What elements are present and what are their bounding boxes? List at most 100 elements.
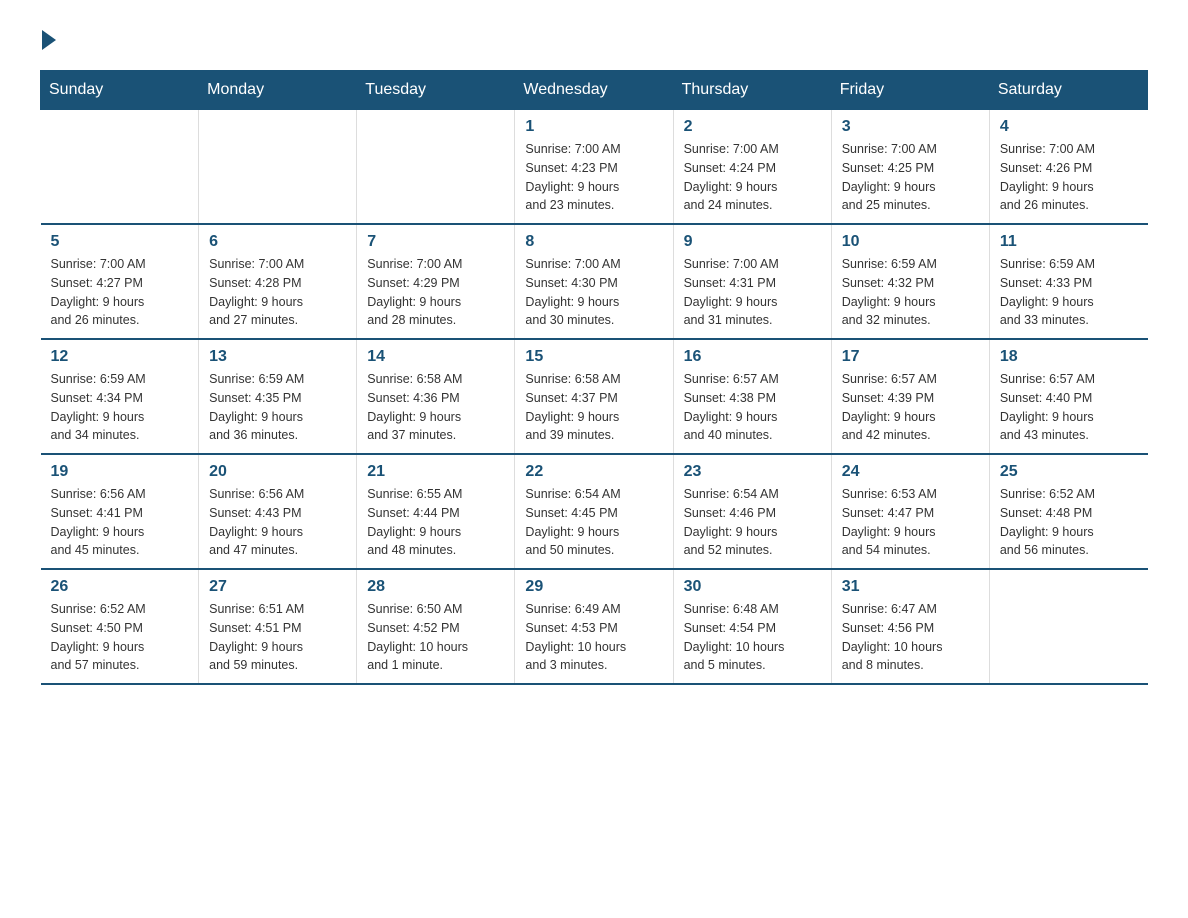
calendar-cell: 6Sunrise: 7:00 AM Sunset: 4:28 PM Daylig… bbox=[199, 224, 357, 339]
calendar-cell bbox=[989, 569, 1147, 684]
day-info: Sunrise: 6:55 AM Sunset: 4:44 PM Dayligh… bbox=[367, 485, 504, 560]
day-number: 29 bbox=[525, 578, 662, 596]
calendar-header-row: SundayMondayTuesdayWednesdayThursdayFrid… bbox=[41, 71, 1148, 110]
day-info: Sunrise: 7:00 AM Sunset: 4:29 PM Dayligh… bbox=[367, 255, 504, 330]
logo-blue-part bbox=[40, 30, 56, 50]
calendar-cell: 24 Sunrise: 6:53 AM Sunset: 4:47 PM Dayli… bbox=[831, 454, 989, 569]
calendar-cell: 28 Sunrise: 6:50 AM Sunset: 4:52 PM Dayli… bbox=[357, 569, 515, 684]
day-info: Sunrise: 6:50 AM Sunset: 4:52 PM Dayligh… bbox=[367, 600, 504, 675]
day-number: 14 bbox=[367, 348, 504, 366]
calendar-header-sunday: Sunday bbox=[41, 71, 199, 110]
day-info: Sunrise: 7:00 AM Sunset: 4:30 PM Dayligh… bbox=[525, 255, 662, 330]
calendar-cell: 15 Sunrise: 6:58 AM Sunset: 4:37 PM Dayli… bbox=[515, 339, 673, 454]
day-info: Sunrise: 6:47 AM Sunset: 4:56 PM Dayligh… bbox=[842, 600, 979, 675]
day-info: Sunrise: 6:51 AM Sunset: 4:51 PM Dayligh… bbox=[209, 600, 346, 675]
page-header bbox=[40, 30, 1148, 50]
calendar-cell: 27 Sunrise: 6:51 AM Sunset: 4:51 PM Dayli… bbox=[199, 569, 357, 684]
day-number: 10 bbox=[842, 233, 979, 251]
calendar-cell: 23 Sunrise: 6:54 AM Sunset: 4:46 PM Dayli… bbox=[673, 454, 831, 569]
day-info: Sunrise: 6:52 AM Sunset: 4:50 PM Dayligh… bbox=[51, 600, 189, 675]
day-info: Sunrise: 6:59 AM Sunset: 4:35 PM Dayligh… bbox=[209, 370, 346, 445]
day-number: 2 bbox=[684, 118, 821, 136]
logo-arrow-icon bbox=[42, 30, 56, 50]
calendar-cell: 26Sunrise: 6:52 AM Sunset: 4:50 PM Dayli… bbox=[41, 569, 199, 684]
day-number: 23 bbox=[684, 463, 821, 481]
calendar-header-saturday: Saturday bbox=[989, 71, 1147, 110]
calendar-cell: 18 Sunrise: 6:57 AM Sunset: 4:40 PM Dayli… bbox=[989, 339, 1147, 454]
calendar-cell: 17Sunrise: 6:57 AM Sunset: 4:39 PM Dayli… bbox=[831, 339, 989, 454]
calendar-cell: 13 Sunrise: 6:59 AM Sunset: 4:35 PM Dayli… bbox=[199, 339, 357, 454]
calendar-cell: 19Sunrise: 6:56 AM Sunset: 4:41 PM Dayli… bbox=[41, 454, 199, 569]
day-info: Sunrise: 6:49 AM Sunset: 4:53 PM Dayligh… bbox=[525, 600, 662, 675]
calendar-cell: 9Sunrise: 7:00 AM Sunset: 4:31 PM Daylig… bbox=[673, 224, 831, 339]
day-number: 15 bbox=[525, 348, 662, 366]
day-number: 4 bbox=[1000, 118, 1138, 136]
calendar-cell: 5Sunrise: 7:00 AM Sunset: 4:27 PM Daylig… bbox=[41, 224, 199, 339]
calendar-cell: 1 Sunrise: 7:00 AM Sunset: 4:23 PM Daylig… bbox=[515, 110, 673, 225]
calendar-cell: 8 Sunrise: 7:00 AM Sunset: 4:30 PM Daylig… bbox=[515, 224, 673, 339]
day-number: 18 bbox=[1000, 348, 1138, 366]
calendar-cell: 4 Sunrise: 7:00 AM Sunset: 4:26 PM Daylig… bbox=[989, 110, 1147, 225]
calendar-week-row: 5Sunrise: 7:00 AM Sunset: 4:27 PM Daylig… bbox=[41, 224, 1148, 339]
day-info: Sunrise: 6:59 AM Sunset: 4:34 PM Dayligh… bbox=[51, 370, 189, 445]
day-info: Sunrise: 6:53 AM Sunset: 4:47 PM Dayligh… bbox=[842, 485, 979, 560]
calendar-cell bbox=[357, 110, 515, 225]
day-number: 11 bbox=[1000, 233, 1138, 251]
day-number: 9 bbox=[684, 233, 821, 251]
day-number: 20 bbox=[209, 463, 346, 481]
day-info: Sunrise: 6:57 AM Sunset: 4:38 PM Dayligh… bbox=[684, 370, 821, 445]
calendar-cell: 21 Sunrise: 6:55 AM Sunset: 4:44 PM Dayli… bbox=[357, 454, 515, 569]
day-number: 13 bbox=[209, 348, 346, 366]
calendar-cell: 14 Sunrise: 6:58 AM Sunset: 4:36 PM Dayli… bbox=[357, 339, 515, 454]
day-number: 1 bbox=[525, 118, 662, 136]
calendar-cell: 22Sunrise: 6:54 AM Sunset: 4:45 PM Dayli… bbox=[515, 454, 673, 569]
calendar-cell: 2 Sunrise: 7:00 AM Sunset: 4:24 PM Daylig… bbox=[673, 110, 831, 225]
day-info: Sunrise: 6:59 AM Sunset: 4:33 PM Dayligh… bbox=[1000, 255, 1138, 330]
day-info: Sunrise: 7:00 AM Sunset: 4:27 PM Dayligh… bbox=[51, 255, 189, 330]
calendar-week-row: 19Sunrise: 6:56 AM Sunset: 4:41 PM Dayli… bbox=[41, 454, 1148, 569]
day-number: 7 bbox=[367, 233, 504, 251]
day-number: 22 bbox=[525, 463, 662, 481]
calendar-week-row: 1 Sunrise: 7:00 AM Sunset: 4:23 PM Daylig… bbox=[41, 110, 1148, 225]
day-number: 17 bbox=[842, 348, 979, 366]
calendar-cell: 31 Sunrise: 6:47 AM Sunset: 4:56 PM Dayli… bbox=[831, 569, 989, 684]
day-number: 8 bbox=[525, 233, 662, 251]
day-info: Sunrise: 7:00 AM Sunset: 4:26 PM Dayligh… bbox=[1000, 140, 1138, 215]
calendar-header-friday: Friday bbox=[831, 71, 989, 110]
calendar-week-row: 26Sunrise: 6:52 AM Sunset: 4:50 PM Dayli… bbox=[41, 569, 1148, 684]
day-info: Sunrise: 6:58 AM Sunset: 4:36 PM Dayligh… bbox=[367, 370, 504, 445]
calendar-cell: 10 Sunrise: 6:59 AM Sunset: 4:32 PM Dayli… bbox=[831, 224, 989, 339]
day-number: 31 bbox=[842, 578, 979, 596]
calendar-cell: 25Sunrise: 6:52 AM Sunset: 4:48 PM Dayli… bbox=[989, 454, 1147, 569]
day-number: 21 bbox=[367, 463, 504, 481]
calendar-table: SundayMondayTuesdayWednesdayThursdayFrid… bbox=[40, 70, 1148, 685]
day-number: 16 bbox=[684, 348, 821, 366]
day-info: Sunrise: 6:57 AM Sunset: 4:40 PM Dayligh… bbox=[1000, 370, 1138, 445]
day-info: Sunrise: 6:56 AM Sunset: 4:41 PM Dayligh… bbox=[51, 485, 189, 560]
calendar-cell bbox=[199, 110, 357, 225]
day-number: 28 bbox=[367, 578, 504, 596]
day-info: Sunrise: 7:00 AM Sunset: 4:25 PM Dayligh… bbox=[842, 140, 979, 215]
day-info: Sunrise: 7:00 AM Sunset: 4:28 PM Dayligh… bbox=[209, 255, 346, 330]
day-number: 24 bbox=[842, 463, 979, 481]
calendar-week-row: 12 Sunrise: 6:59 AM Sunset: 4:34 PM Dayli… bbox=[41, 339, 1148, 454]
day-number: 27 bbox=[209, 578, 346, 596]
calendar-cell: 7 Sunrise: 7:00 AM Sunset: 4:29 PM Daylig… bbox=[357, 224, 515, 339]
calendar-header-thursday: Thursday bbox=[673, 71, 831, 110]
calendar-cell: 12 Sunrise: 6:59 AM Sunset: 4:34 PM Dayli… bbox=[41, 339, 199, 454]
day-info: Sunrise: 7:00 AM Sunset: 4:23 PM Dayligh… bbox=[525, 140, 662, 215]
day-info: Sunrise: 6:54 AM Sunset: 4:46 PM Dayligh… bbox=[684, 485, 821, 560]
calendar-cell: 16 Sunrise: 6:57 AM Sunset: 4:38 PM Dayli… bbox=[673, 339, 831, 454]
day-number: 12 bbox=[51, 348, 189, 366]
day-info: Sunrise: 7:00 AM Sunset: 4:24 PM Dayligh… bbox=[684, 140, 821, 215]
calendar-cell: 30Sunrise: 6:48 AM Sunset: 4:54 PM Dayli… bbox=[673, 569, 831, 684]
day-info: Sunrise: 6:59 AM Sunset: 4:32 PM Dayligh… bbox=[842, 255, 979, 330]
day-number: 25 bbox=[1000, 463, 1138, 481]
calendar-header-wednesday: Wednesday bbox=[515, 71, 673, 110]
calendar-cell: 20Sunrise: 6:56 AM Sunset: 4:43 PM Dayli… bbox=[199, 454, 357, 569]
calendar-cell: 11 Sunrise: 6:59 AM Sunset: 4:33 PM Dayli… bbox=[989, 224, 1147, 339]
calendar-cell: 29 Sunrise: 6:49 AM Sunset: 4:53 PM Dayli… bbox=[515, 569, 673, 684]
calendar-cell: 3Sunrise: 7:00 AM Sunset: 4:25 PM Daylig… bbox=[831, 110, 989, 225]
day-info: Sunrise: 6:58 AM Sunset: 4:37 PM Dayligh… bbox=[525, 370, 662, 445]
day-info: Sunrise: 6:48 AM Sunset: 4:54 PM Dayligh… bbox=[684, 600, 821, 675]
